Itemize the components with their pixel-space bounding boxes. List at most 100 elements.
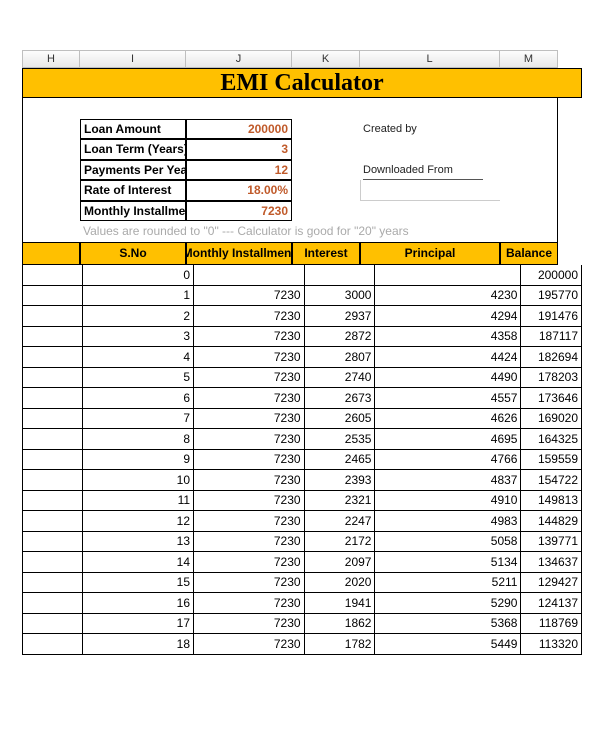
cell[interactable] <box>22 221 80 242</box>
cell-balance[interactable]: 195770 <box>521 285 582 306</box>
cell-balance[interactable]: 159559 <box>521 449 582 470</box>
rate-label[interactable]: Rate of Interest <box>80 180 186 201</box>
cell-blank[interactable] <box>23 531 83 552</box>
cell-interest[interactable]: 2807 <box>304 347 375 368</box>
cell-installment[interactable]: 7230 <box>194 429 305 450</box>
cell-sno[interactable]: 1 <box>83 285 194 306</box>
cell[interactable] <box>292 160 360 181</box>
cell-balance[interactable]: 169020 <box>521 408 582 429</box>
cell-balance[interactable]: 139771 <box>521 531 582 552</box>
cell-interest[interactable]: 2605 <box>304 408 375 429</box>
monthly-installment-label[interactable]: Monthly Installment <box>80 201 186 222</box>
cell-principal[interactable]: 5134 <box>375 552 521 573</box>
cell-installment[interactable]: 7230 <box>194 593 305 614</box>
table-header-installment[interactable]: Monthly Installment <box>186 242 292 265</box>
cell-blank[interactable] <box>23 408 83 429</box>
cell-interest[interactable]: 2465 <box>304 449 375 470</box>
cell-installment[interactable]: 7230 <box>194 367 305 388</box>
cell-interest[interactable]: 2097 <box>304 552 375 573</box>
cell-installment[interactable]: 7230 <box>194 511 305 532</box>
cell-sno[interactable]: 3 <box>83 326 194 347</box>
loan-amount-value[interactable]: 200000 <box>186 119 292 140</box>
cell-sno[interactable]: 14 <box>83 552 194 573</box>
col-header-M[interactable]: M <box>500 50 558 68</box>
loan-term-label[interactable]: Loan Term (Years) <box>80 139 186 160</box>
col-header-L[interactable]: L <box>360 50 500 68</box>
cell-blank[interactable] <box>23 347 83 368</box>
cell-blank[interactable] <box>23 306 83 327</box>
cell-interest[interactable]: 2020 <box>304 572 375 593</box>
cell-balance[interactable]: 144829 <box>521 511 582 532</box>
cell-blank[interactable] <box>23 613 83 634</box>
cell[interactable] <box>360 180 500 201</box>
rate-value[interactable]: 18.00% <box>186 180 292 201</box>
cell-blank[interactable] <box>23 326 83 347</box>
note-text[interactable]: Values are rounded to "0" --- Calculator… <box>80 221 500 242</box>
cell-sno[interactable]: 8 <box>83 429 194 450</box>
cell-blank[interactable] <box>23 367 83 388</box>
cell-balance[interactable]: 164325 <box>521 429 582 450</box>
cell-balance[interactable]: 191476 <box>521 306 582 327</box>
loan-amount-label[interactable]: Loan Amount <box>80 119 186 140</box>
cell-balance[interactable]: 149813 <box>521 490 582 511</box>
cell-interest[interactable]: 2535 <box>304 429 375 450</box>
cell[interactable] <box>292 139 360 160</box>
cell[interactable] <box>292 180 360 201</box>
cell-principal[interactable]: 4626 <box>375 408 521 429</box>
cell-principal[interactable]: 4490 <box>375 367 521 388</box>
cell-principal[interactable]: 4424 <box>375 347 521 368</box>
cell[interactable] <box>22 119 80 140</box>
cell-installment[interactable]: 7230 <box>194 552 305 573</box>
cell-installment[interactable]: 7230 <box>194 306 305 327</box>
cell-interest[interactable]: 2393 <box>304 470 375 491</box>
cell-sno[interactable]: 7 <box>83 408 194 429</box>
cell-interest[interactable]: 3000 <box>304 285 375 306</box>
cell-blank[interactable] <box>23 552 83 573</box>
cell[interactable] <box>360 98 500 119</box>
cell-blank[interactable] <box>23 429 83 450</box>
col-header-K[interactable]: K <box>292 50 360 68</box>
cell-sno[interactable]: 0 <box>83 265 194 286</box>
cell-balance[interactable]: 134637 <box>521 552 582 573</box>
cell-interest[interactable]: 1941 <box>304 593 375 614</box>
cell-principal[interactable]: 5211 <box>375 572 521 593</box>
cell[interactable] <box>22 139 80 160</box>
cell-sno[interactable]: 16 <box>83 593 194 614</box>
cell-principal[interactable]: 4695 <box>375 429 521 450</box>
cell[interactable] <box>500 139 558 160</box>
cell[interactable] <box>500 221 558 242</box>
cell-sno[interactable]: 17 <box>83 613 194 634</box>
col-header-H[interactable]: H <box>22 50 80 68</box>
cell-balance[interactable]: 182694 <box>521 347 582 368</box>
cell-installment[interactable]: 7230 <box>194 470 305 491</box>
cell-interest[interactable]: 2321 <box>304 490 375 511</box>
cell[interactable] <box>500 160 558 181</box>
table-header-sno[interactable]: S.No <box>80 242 186 265</box>
cell[interactable] <box>500 201 558 222</box>
cell-balance[interactable]: 154722 <box>521 470 582 491</box>
table-header-principal[interactable]: Principal <box>360 242 500 265</box>
cell-interest[interactable]: 2937 <box>304 306 375 327</box>
cell-installment[interactable]: 7230 <box>194 634 305 655</box>
created-by-label[interactable]: Created by <box>360 119 500 140</box>
cell-blank[interactable] <box>23 511 83 532</box>
cell[interactable] <box>500 119 558 140</box>
monthly-installment-value[interactable]: 7230 <box>186 201 292 222</box>
cell-balance[interactable]: 187117 <box>521 326 582 347</box>
table-header-interest[interactable]: Interest <box>292 242 360 265</box>
cell[interactable] <box>80 98 186 119</box>
cell-balance[interactable]: 118769 <box>521 613 582 634</box>
cell[interactable] <box>22 98 80 119</box>
cell-installment[interactable]: 7230 <box>194 613 305 634</box>
cell-sno[interactable]: 18 <box>83 634 194 655</box>
cell-principal[interactable]: 4358 <box>375 326 521 347</box>
cell-balance[interactable]: 129427 <box>521 572 582 593</box>
cell-sno[interactable]: 11 <box>83 490 194 511</box>
cell-interest[interactable]: 1782 <box>304 634 375 655</box>
cell-blank[interactable] <box>23 265 83 286</box>
cell[interactable] <box>292 201 360 222</box>
cell-sno[interactable]: 4 <box>83 347 194 368</box>
cell-principal[interactable]: 4983 <box>375 511 521 532</box>
table-header-blank[interactable] <box>22 242 80 265</box>
cell-blank[interactable] <box>23 388 83 409</box>
